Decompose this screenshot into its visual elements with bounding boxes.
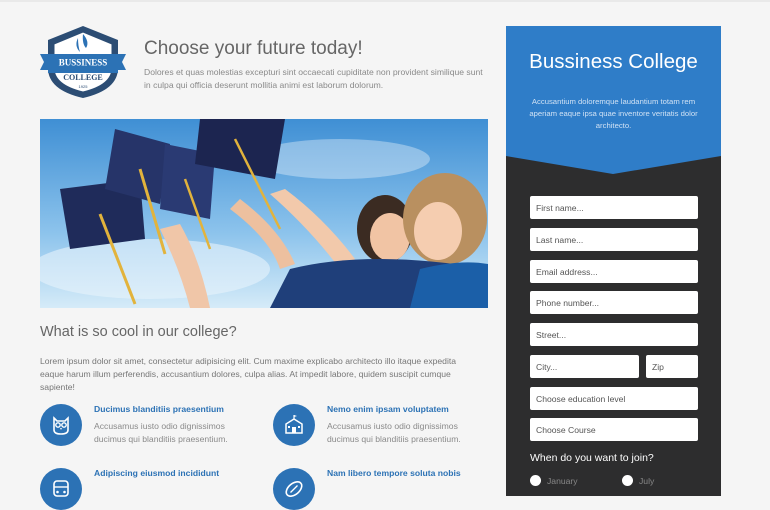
form-header: Bussiness College Accusantium doloremque…	[506, 26, 721, 176]
radio-july[interactable]: July	[622, 475, 654, 486]
radio-label: July	[639, 475, 655, 486]
course-select[interactable]: Choose Course	[530, 418, 698, 441]
phone-field[interactable]: Phone number...	[530, 291, 698, 314]
svg-text:BUSSINESS: BUSSINESS	[59, 58, 108, 68]
street-field[interactable]: Street...	[530, 323, 698, 346]
section-text: Lorem ipsum dolor sit amet, consectetur …	[40, 356, 457, 392]
radio-label: January	[547, 475, 578, 486]
svg-text:COLLEGE: COLLEGE	[63, 73, 103, 82]
shield-logo-icon: BUSSINESS COLLEGE 1925	[40, 26, 126, 98]
join-question-label: When do you want to join?	[530, 452, 654, 464]
bus-icon	[40, 468, 82, 510]
education-level-select[interactable]: Choose education level	[530, 387, 698, 410]
first-name-field[interactable]: First name...	[530, 196, 698, 219]
svg-text:1925: 1925	[79, 84, 89, 89]
radio-button[interactable]	[530, 475, 541, 486]
school-building-icon	[273, 404, 315, 446]
section-title: What is so cool in our college?	[40, 324, 237, 340]
enrollment-form-panel: Bussiness College Accusantium doloremque…	[506, 26, 721, 496]
college-logo[interactable]: BUSSINESS COLLEGE 1925	[38, 24, 128, 100]
page-headline: Choose your future today!	[144, 38, 363, 59]
feature-title[interactable]: Nam libero tempore soluta nobis	[327, 468, 461, 478]
college-description: Accusantium doloremque laudantium totam …	[529, 97, 698, 130]
last-name-field[interactable]: Last name...	[530, 228, 698, 251]
zip-field[interactable]: Zip	[646, 355, 698, 378]
feature-text: Accusamus iusto odio dignissimos ducimus…	[94, 421, 228, 444]
feature-text: Accusamus iusto odio dignissimos ducimus…	[327, 421, 461, 444]
top-border	[0, 0, 770, 2]
owl-icon	[40, 404, 82, 446]
feature-title[interactable]: Adipiscing eiusmod incididunt	[94, 468, 219, 478]
feature-title[interactable]: Ducimus blanditiis praesentium	[94, 404, 224, 414]
college-name: Bussiness College	[529, 50, 698, 73]
intro-text: Dolores et quas molestias excepturi sint…	[144, 67, 483, 90]
football-icon	[273, 468, 315, 510]
city-field[interactable]: City...	[530, 355, 639, 378]
radio-january[interactable]: January	[530, 475, 578, 486]
email-field[interactable]: Email address...	[530, 260, 698, 283]
graduation-hero-image	[40, 119, 488, 308]
radio-button[interactable]	[622, 475, 633, 486]
feature-title[interactable]: Nemo enim ipsam voluptatem	[327, 404, 449, 414]
